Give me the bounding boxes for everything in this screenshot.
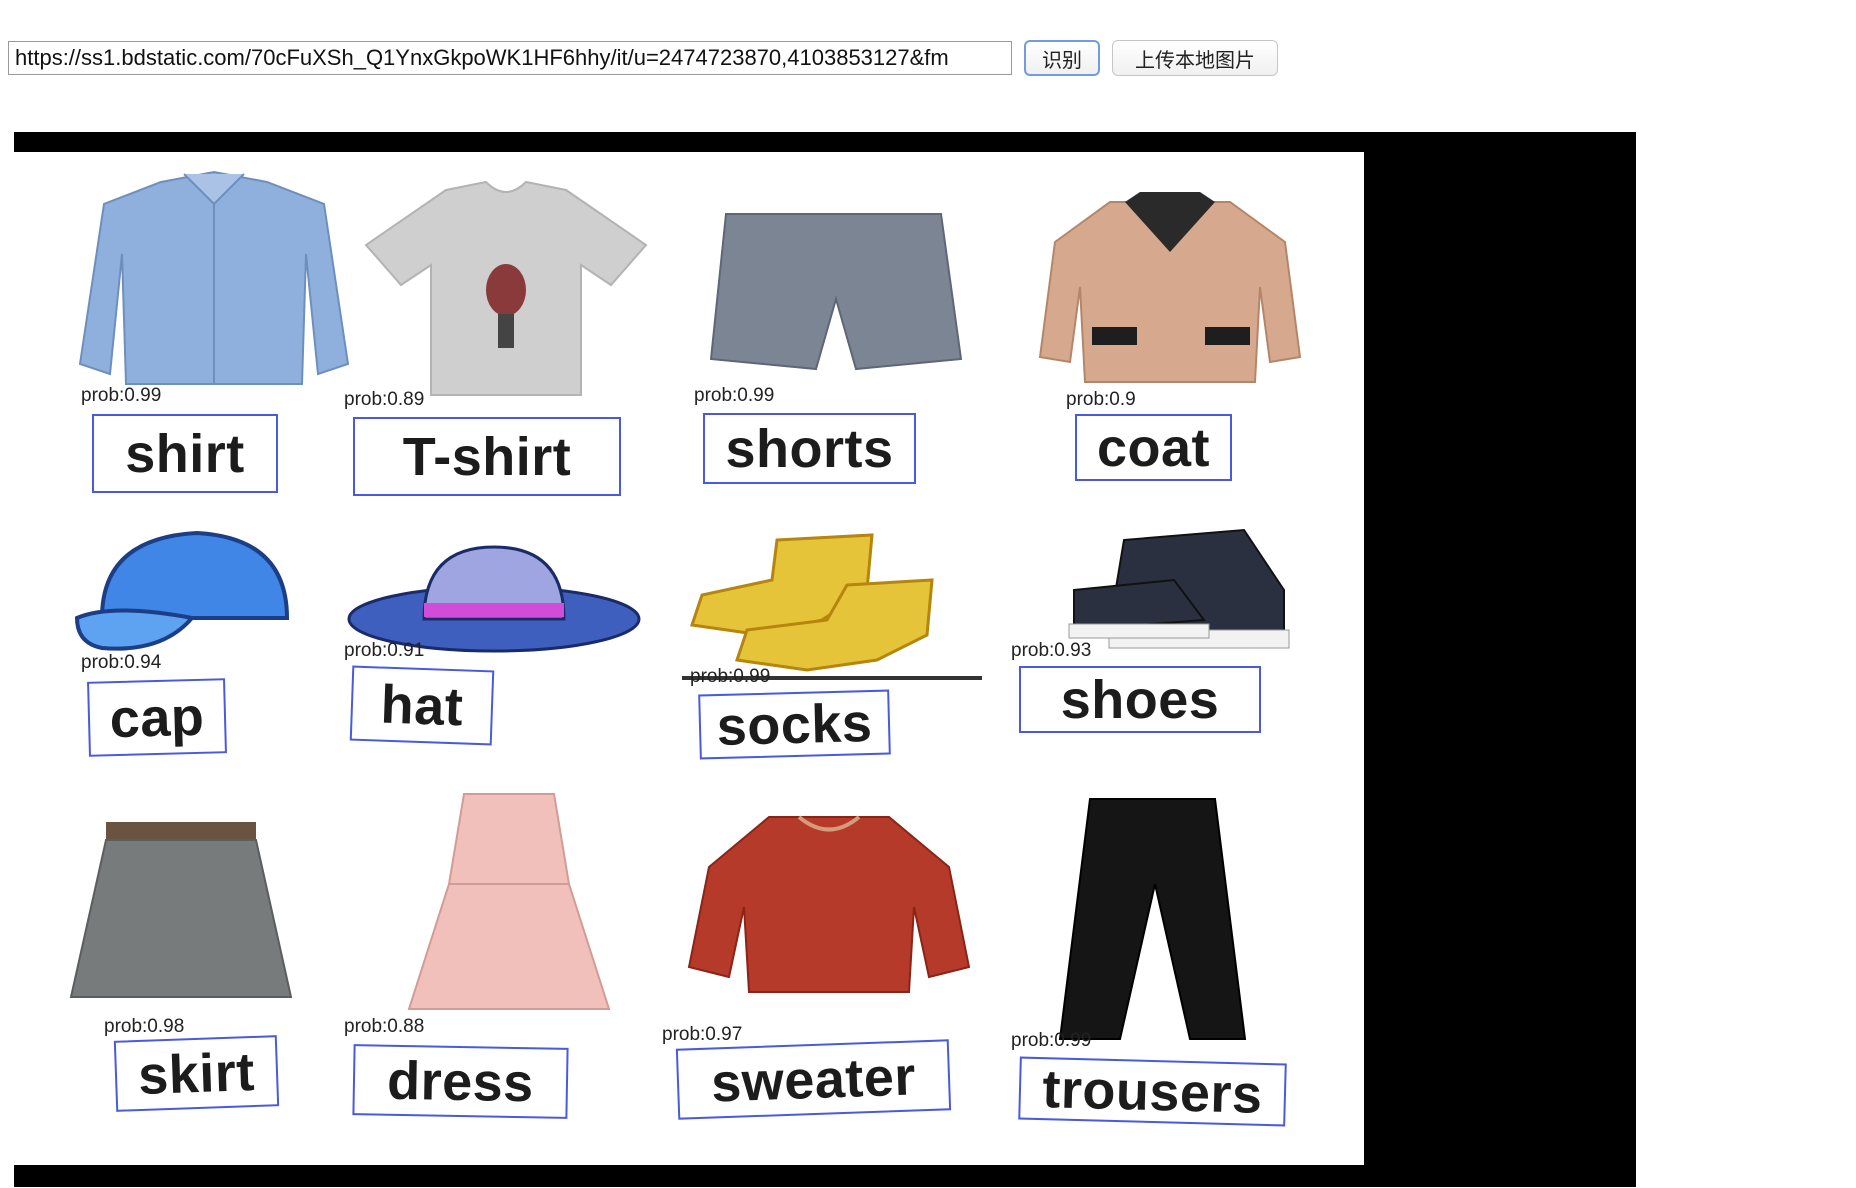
sweater-icon bbox=[687, 815, 971, 993]
detected-word: socks bbox=[715, 692, 874, 757]
detected-word: shorts bbox=[725, 418, 894, 479]
shorts-icon bbox=[709, 213, 963, 371]
result-canvas: prob:0.99 prob:0.89 prob:0.99 prob:0.9 p… bbox=[14, 132, 1636, 1187]
detected-word: coat bbox=[1096, 417, 1211, 478]
detected-word: cap bbox=[108, 686, 206, 749]
cap-icon bbox=[74, 530, 290, 651]
detected-word: sweater bbox=[710, 1045, 917, 1114]
detection-box: T-shirt bbox=[353, 417, 621, 496]
toolbar: 识别 上传本地图片 bbox=[8, 40, 1278, 76]
detection-box: coat bbox=[1075, 414, 1232, 481]
prob-label: prob:0.99 bbox=[81, 385, 162, 406]
detection-box: sweater bbox=[675, 1039, 952, 1120]
detection-box: dress bbox=[352, 1044, 569, 1119]
skirt-icon bbox=[69, 822, 293, 998]
recognized-image: prob:0.99 prob:0.89 prob:0.99 prob:0.9 p… bbox=[14, 152, 1364, 1165]
socks-icon bbox=[682, 533, 982, 680]
detected-word: T-shirt bbox=[402, 426, 572, 487]
detected-word: hat bbox=[379, 674, 465, 737]
detection-box: shorts bbox=[703, 413, 916, 484]
image-url-input[interactable] bbox=[8, 41, 1012, 75]
dress-icon bbox=[407, 793, 611, 1010]
prob-label: prob:0.98 bbox=[104, 1016, 185, 1037]
detection-box: shirt bbox=[92, 414, 278, 493]
detection-box: hat bbox=[349, 665, 495, 746]
prob-label: prob:0.94 bbox=[81, 652, 162, 673]
detection-box: trousers bbox=[1018, 1056, 1287, 1127]
shirt-icon bbox=[78, 170, 350, 385]
trousers-icon bbox=[1058, 798, 1247, 1040]
prob-label: prob:0.89 bbox=[344, 389, 425, 410]
upload-local-image-button[interactable]: 上传本地图片 bbox=[1112, 40, 1278, 76]
prob-label: prob:0.91 bbox=[344, 640, 425, 661]
shoes-icon bbox=[1068, 528, 1290, 649]
detected-word: shoes bbox=[1060, 669, 1220, 730]
detected-word: dress bbox=[386, 1050, 535, 1113]
detected-word: skirt bbox=[137, 1041, 256, 1106]
prob-label: prob:0.88 bbox=[344, 1016, 425, 1037]
prob-label: prob:0.99 bbox=[1011, 1030, 1092, 1051]
coat-icon bbox=[1038, 192, 1302, 383]
prob-label: prob:0.93 bbox=[1011, 640, 1092, 661]
detected-word: shirt bbox=[125, 423, 245, 484]
prob-label: prob:0.97 bbox=[662, 1024, 743, 1045]
detection-box: socks bbox=[698, 689, 891, 760]
tshirt-icon bbox=[364, 180, 648, 396]
recognize-button[interactable]: 识别 bbox=[1024, 40, 1100, 76]
detection-box: skirt bbox=[113, 1035, 280, 1112]
prob-label: prob:0.9 bbox=[1066, 389, 1136, 410]
detection-box: cap bbox=[87, 678, 227, 757]
detection-box: shoes bbox=[1019, 666, 1261, 733]
prob-label: prob:0.99 bbox=[690, 666, 771, 687]
prob-label: prob:0.99 bbox=[694, 385, 775, 406]
hat-icon bbox=[347, 545, 641, 653]
detected-word: trousers bbox=[1041, 1058, 1264, 1125]
